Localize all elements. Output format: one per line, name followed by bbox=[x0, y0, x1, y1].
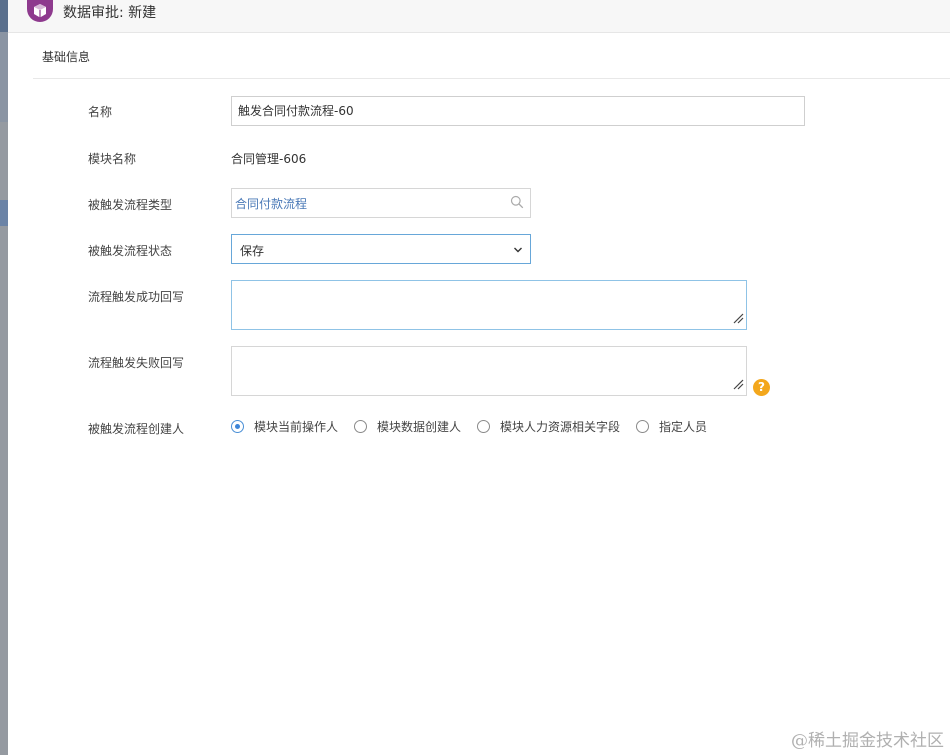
dialog-header: 数据审批: 新建 bbox=[8, 0, 950, 33]
creator-radio-hr-field[interactable]: 模块人力资源相关字段 bbox=[477, 418, 620, 434]
resize-grip-icon[interactable] bbox=[732, 378, 744, 393]
name-input[interactable]: 触发合同付款流程-60 bbox=[231, 96, 805, 126]
radio-label: 模块当前操作人 bbox=[254, 419, 339, 434]
flow-type-value: 合同付款流程 bbox=[235, 197, 308, 211]
module-name-label: 模块名称 bbox=[88, 152, 137, 166]
section-divider bbox=[33, 78, 950, 79]
radio-label: 模块人力资源相关字段 bbox=[500, 419, 621, 434]
creator-radio-specified-person[interactable]: 指定人员 bbox=[636, 418, 707, 434]
chevron-down-icon bbox=[513, 244, 523, 258]
flow-status-select[interactable]: 保存 bbox=[231, 234, 531, 264]
radio-unchecked-icon[interactable] bbox=[477, 419, 490, 433]
dialog: 数据审批: 新建 基础信息 名称 触发合同付款流程-60 模块名称 合同管理-6… bbox=[8, 0, 950, 755]
module-name-value: 合同管理-606 bbox=[231, 152, 307, 166]
flow-status-value: 保存 bbox=[240, 244, 265, 258]
radio-unchecked-icon[interactable] bbox=[354, 419, 367, 433]
resize-grip-icon[interactable] bbox=[732, 312, 744, 327]
section-title: 基础信息 bbox=[42, 50, 91, 64]
failure-writeback-textarea[interactable] bbox=[231, 346, 747, 396]
creator-radio-current-operator[interactable]: 模块当前操作人 bbox=[231, 418, 338, 434]
app-logo-icon bbox=[27, 0, 53, 22]
flow-type-label: 被触发流程类型 bbox=[88, 198, 173, 212]
name-label: 名称 bbox=[88, 105, 113, 119]
failure-writeback-label: 流程触发失败回写 bbox=[88, 356, 185, 370]
flow-status-label: 被触发流程状态 bbox=[88, 244, 173, 258]
success-writeback-label: 流程触发成功回写 bbox=[88, 290, 185, 304]
radio-checked-icon[interactable] bbox=[231, 419, 244, 433]
radio-label: 指定人员 bbox=[659, 419, 708, 434]
background-window-strip bbox=[0, 0, 8, 755]
watermark: @稀土掘金技术社区 bbox=[791, 731, 944, 751]
radio-unchecked-icon[interactable] bbox=[636, 419, 649, 433]
radio-label: 模块数据创建人 bbox=[377, 419, 462, 434]
creator-label: 被触发流程创建人 bbox=[88, 422, 185, 436]
help-icon[interactable]: ? bbox=[753, 379, 770, 396]
creator-radio-data-creator[interactable]: 模块数据创建人 bbox=[354, 418, 461, 434]
search-icon[interactable] bbox=[510, 195, 524, 212]
success-writeback-textarea[interactable] bbox=[231, 280, 747, 330]
dialog-title: 数据审批: 新建 bbox=[63, 5, 157, 21]
flow-type-lookup[interactable]: 合同付款流程 bbox=[231, 188, 531, 218]
